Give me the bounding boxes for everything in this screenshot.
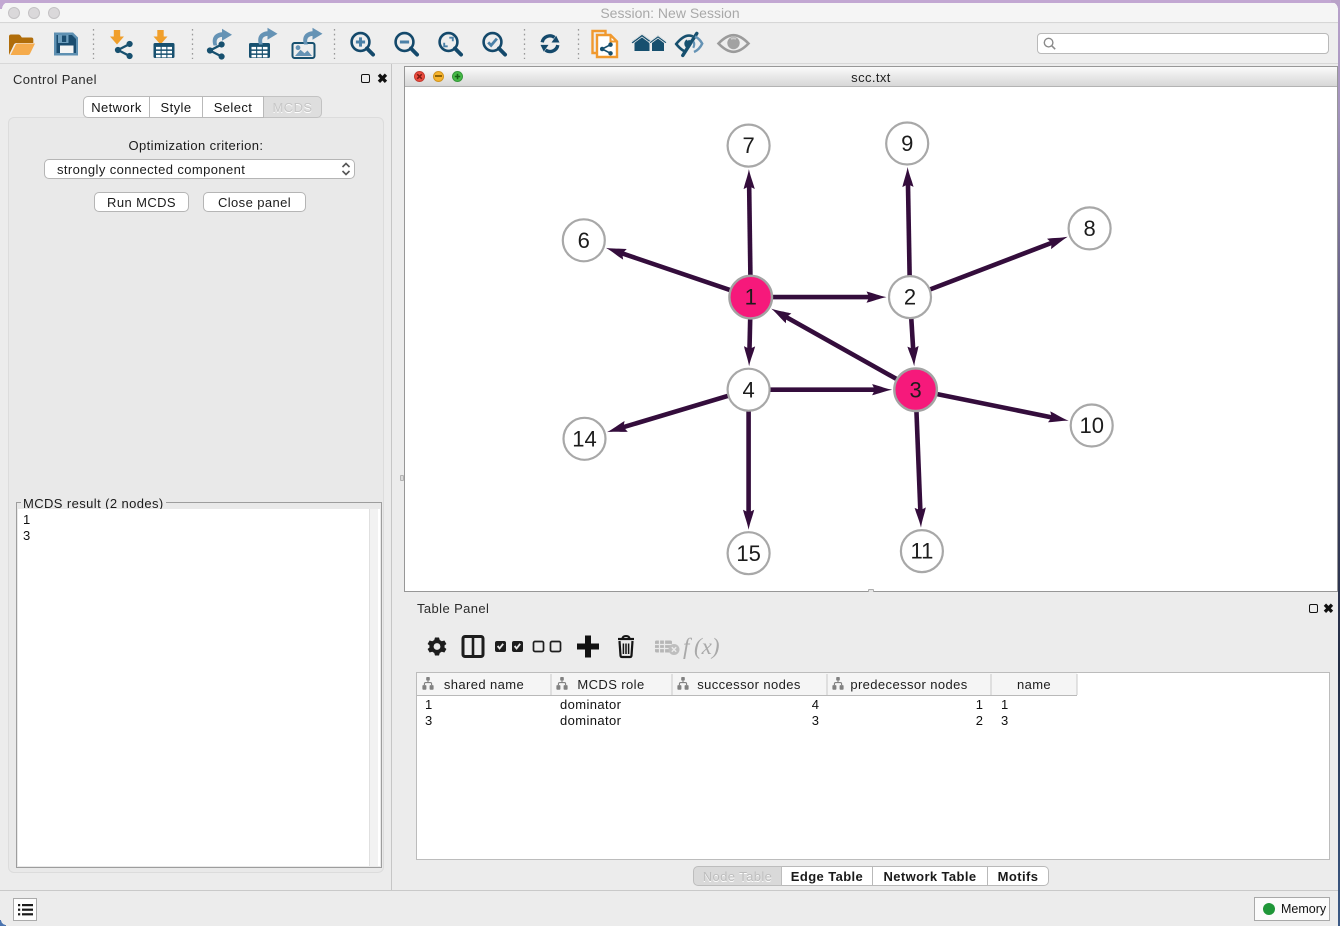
svg-text:10: 10 [1079, 413, 1103, 438]
svg-text:7: 7 [742, 133, 754, 158]
svg-text:predecessor nodes: predecessor nodes [850, 677, 967, 692]
svg-text:1: 1 [745, 285, 757, 310]
svg-text:f (x): f (x) [683, 634, 720, 659]
svg-text:14: 14 [572, 426, 596, 451]
svg-text:8: 8 [1083, 216, 1095, 241]
svg-text:9: 9 [901, 131, 913, 156]
svg-text:11: 11 [910, 539, 933, 564]
svg-text:shared name: shared name [444, 677, 524, 692]
svg-text:successor nodes: successor nodes [697, 677, 801, 692]
svg-text:MCDS role: MCDS role [577, 677, 644, 692]
svg-text:6: 6 [578, 228, 590, 253]
svg-text:name: name [1017, 677, 1051, 692]
svg-text:2: 2 [904, 285, 916, 310]
svg-text:4: 4 [742, 377, 754, 402]
svg-text:15: 15 [736, 541, 760, 566]
svg-text:3: 3 [909, 377, 921, 402]
